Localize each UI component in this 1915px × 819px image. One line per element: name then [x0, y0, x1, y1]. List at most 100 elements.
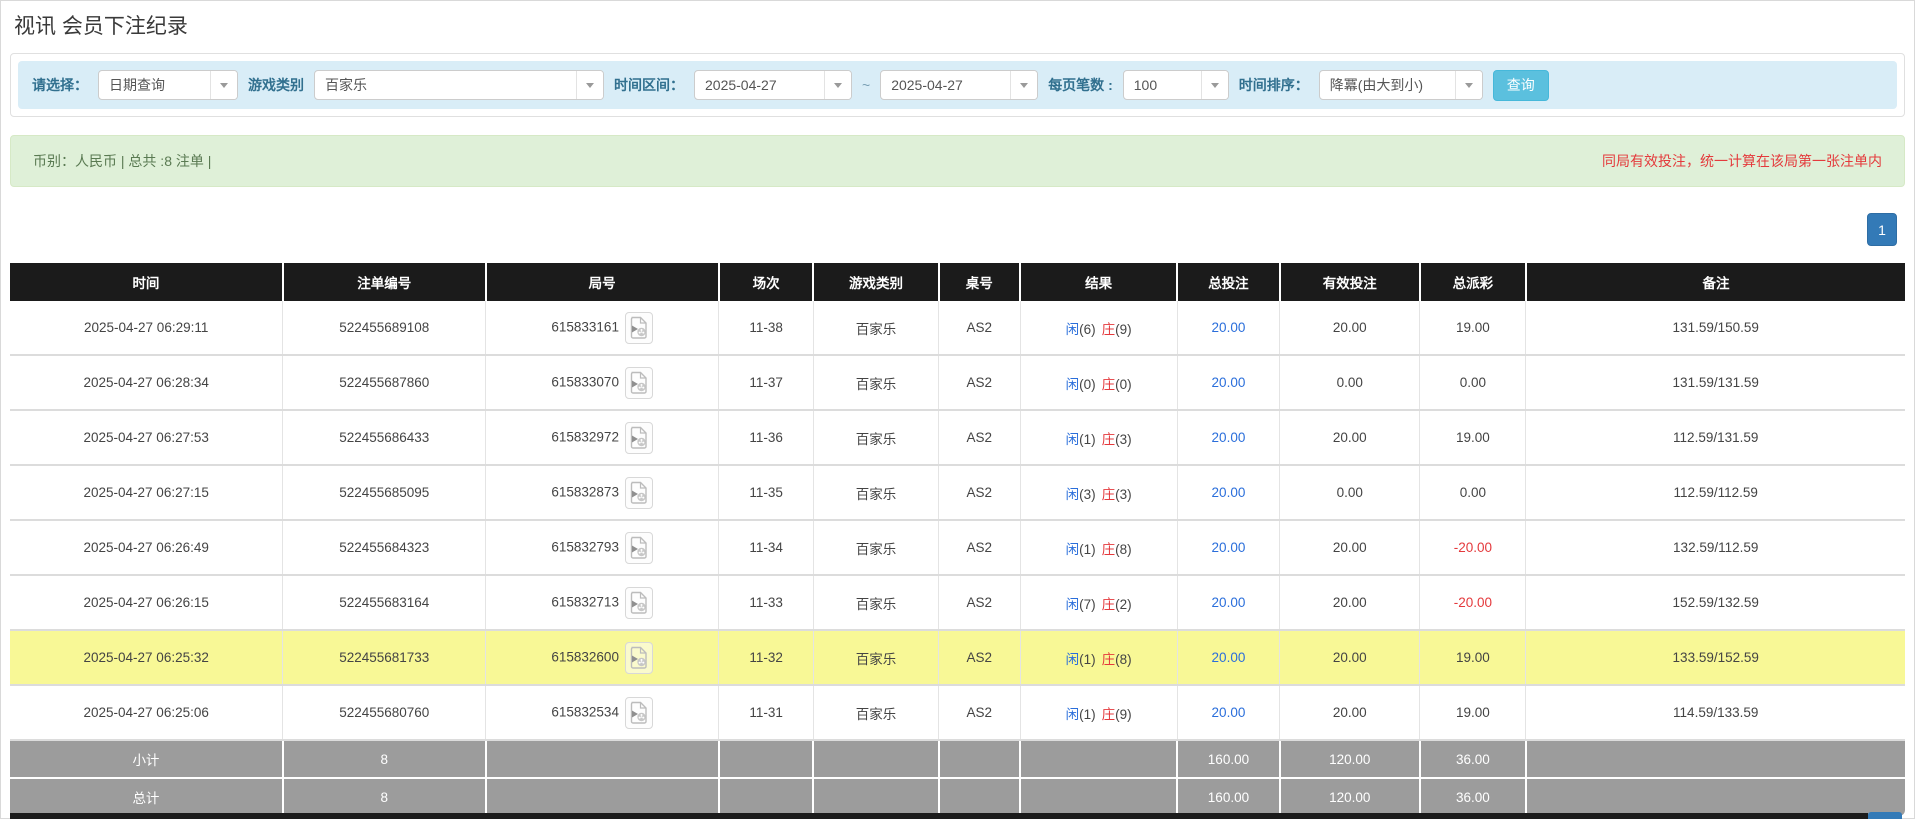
film-document-icon — [631, 646, 648, 669]
cell-total-bet-link[interactable]: 20.00 — [1177, 410, 1281, 466]
cell-valid-bet: 0.00 — [1279, 355, 1421, 411]
player-result-label: 闲 — [1065, 376, 1080, 392]
col-table-no: 桌号 — [938, 263, 1022, 301]
search-button[interactable]: 查询 — [1492, 69, 1549, 101]
table-row: 2025-04-27 06:28:34 522455687860 6158330… — [10, 355, 1905, 411]
query-type-dropdown[interactable]: 日期查询 — [98, 70, 238, 100]
cell-table-no: AS2 — [938, 355, 1021, 411]
table-body: 2025-04-27 06:29:11 522455689108 6158331… — [10, 301, 1905, 741]
bottom-page-button-edge[interactable] — [1868, 812, 1902, 819]
cell-payout: -20.00 — [1419, 575, 1527, 631]
video-replay-button[interactable] — [624, 696, 653, 729]
cell-result: 闲(6) 庄(9) — [1020, 301, 1178, 356]
cell-total-bet-link[interactable]: 20.00 — [1177, 355, 1281, 411]
date-to-input[interactable]: 2025-04-27 — [880, 70, 1039, 100]
cell-round: 615832600 — [485, 630, 720, 686]
banker-result-value: (9) — [1115, 706, 1132, 722]
col-payout: 总派彩 — [1419, 263, 1527, 301]
video-replay-button[interactable] — [624, 641, 653, 674]
page-button-1[interactable]: 1 — [1867, 213, 1897, 246]
cell-remark: 133.59/152.59 — [1525, 630, 1905, 686]
subtotal-label: 小计 — [10, 740, 284, 779]
player-result-value: (0) — [1079, 376, 1096, 392]
banker-result-label: 庄 — [1101, 596, 1116, 612]
film-document-icon — [631, 371, 648, 394]
cell-total-bet-link[interactable]: 20.00 — [1177, 301, 1281, 356]
cell-remark: 114.59/133.59 — [1525, 685, 1905, 741]
cell-time: 2025-04-27 06:29:11 — [10, 301, 284, 356]
round-number: 615833070 — [551, 374, 619, 390]
video-replay-button[interactable] — [624, 311, 653, 344]
cell-total-bet-link[interactable]: 20.00 — [1177, 575, 1281, 631]
per-page-label: 每页笔数 : — [1048, 77, 1113, 93]
subtotal-total-bet: 160.00 — [1177, 740, 1281, 779]
video-replay-button[interactable] — [624, 476, 653, 509]
cell-time: 2025-04-27 06:25:06 — [10, 685, 284, 741]
cell-table-no: AS2 — [938, 520, 1021, 576]
cell-total-bet-link[interactable]: 20.00 — [1177, 685, 1281, 741]
cell-payout: 0.00 — [1419, 355, 1527, 411]
round-number: 615832600 — [551, 649, 619, 665]
round-number: 615832534 — [551, 704, 619, 720]
film-document-icon — [631, 426, 648, 449]
cell-table-no: AS2 — [938, 465, 1021, 521]
cell-table-no: AS2 — [938, 410, 1021, 466]
film-document-icon — [631, 481, 648, 504]
total-label: 总计 — [10, 778, 284, 817]
game-category-label: 游戏类别 — [248, 77, 304, 93]
video-replay-button[interactable] — [624, 421, 653, 454]
table-row: 2025-04-27 06:25:06 522455680760 6158325… — [10, 685, 1905, 741]
video-replay-button[interactable] — [624, 531, 653, 564]
cell-bet-id: 522455680760 — [282, 685, 487, 741]
per-page-dropdown[interactable]: 100 — [1122, 70, 1229, 100]
banker-result-label: 庄 — [1101, 321, 1116, 337]
banker-result-value: (8) — [1115, 651, 1132, 667]
cell-bet-id: 522455681733 — [282, 630, 487, 686]
banker-result-label: 庄 — [1101, 376, 1116, 392]
payout-value: -20.00 — [1453, 595, 1493, 610]
banker-result-label: 庄 — [1101, 541, 1116, 557]
cell-session: 11-34 — [718, 520, 814, 576]
bets-table: 时间 注单编号 局号 场次 游戏类别 桌号 结果 总投注 有效投注 总派彩 备注… — [10, 263, 1905, 817]
cell-payout: 0.00 — [1419, 465, 1527, 521]
date-to-value: 2025-04-27 — [891, 77, 963, 93]
query-type-label: 请选择： — [32, 77, 88, 93]
round-number: 615833161 — [551, 319, 619, 335]
banker-result-value: (2) — [1115, 596, 1132, 612]
film-document-icon — [631, 591, 648, 614]
cell-total-bet-link[interactable]: 20.00 — [1177, 630, 1281, 686]
video-replay-button[interactable] — [624, 586, 653, 619]
player-result-value: (1) — [1079, 706, 1096, 722]
cell-time: 2025-04-27 06:26:15 — [10, 575, 284, 631]
cell-bet-id: 522455685095 — [282, 465, 487, 521]
cell-valid-bet: 20.00 — [1279, 575, 1421, 631]
total-payout: 36.00 — [1419, 778, 1527, 817]
date-from-input[interactable]: 2025-04-27 — [694, 70, 852, 100]
chevron-down-icon — [1454, 71, 1482, 99]
cell-result: 闲(1) 庄(3) — [1020, 410, 1178, 466]
total-valid-bet: 120.00 — [1279, 778, 1421, 817]
payout-value: 0.00 — [1459, 485, 1487, 500]
col-game: 游戏类别 — [813, 263, 940, 301]
game-category-dropdown[interactable]: 百家乐 — [314, 70, 604, 100]
sort-order-value: 降冪(由大到小) — [1329, 77, 1424, 93]
cell-result: 闲(7) 庄(2) — [1020, 575, 1178, 631]
player-result-label: 闲 — [1065, 706, 1080, 722]
sort-order-dropdown[interactable]: 降冪(由大到小) — [1318, 70, 1483, 100]
player-result-label: 闲 — [1065, 486, 1080, 502]
cell-total-bet-link[interactable]: 20.00 — [1177, 465, 1281, 521]
query-type-value: 日期查询 — [109, 77, 165, 93]
cell-game: 百家乐 — [813, 685, 940, 741]
chevron-down-icon — [1010, 71, 1038, 99]
cell-round: 615832713 — [485, 575, 720, 631]
cell-round: 615833161 — [485, 301, 720, 356]
cell-table-no: AS2 — [938, 301, 1021, 356]
total-row: 总计 8 160.00 120.00 36.00 — [10, 778, 1905, 817]
col-result: 结果 — [1020, 263, 1179, 301]
video-replay-button[interactable] — [624, 366, 653, 399]
cell-payout: -20.00 — [1419, 520, 1527, 576]
filter-bar: 请选择： 日期查询 游戏类别 百家乐 时间区间： 2025-04-27 ~ 20… — [18, 61, 1897, 109]
payout-value: 19.00 — [1455, 430, 1490, 445]
cell-total-bet-link[interactable]: 20.00 — [1177, 520, 1281, 576]
cell-remark: 112.59/131.59 — [1525, 410, 1905, 466]
